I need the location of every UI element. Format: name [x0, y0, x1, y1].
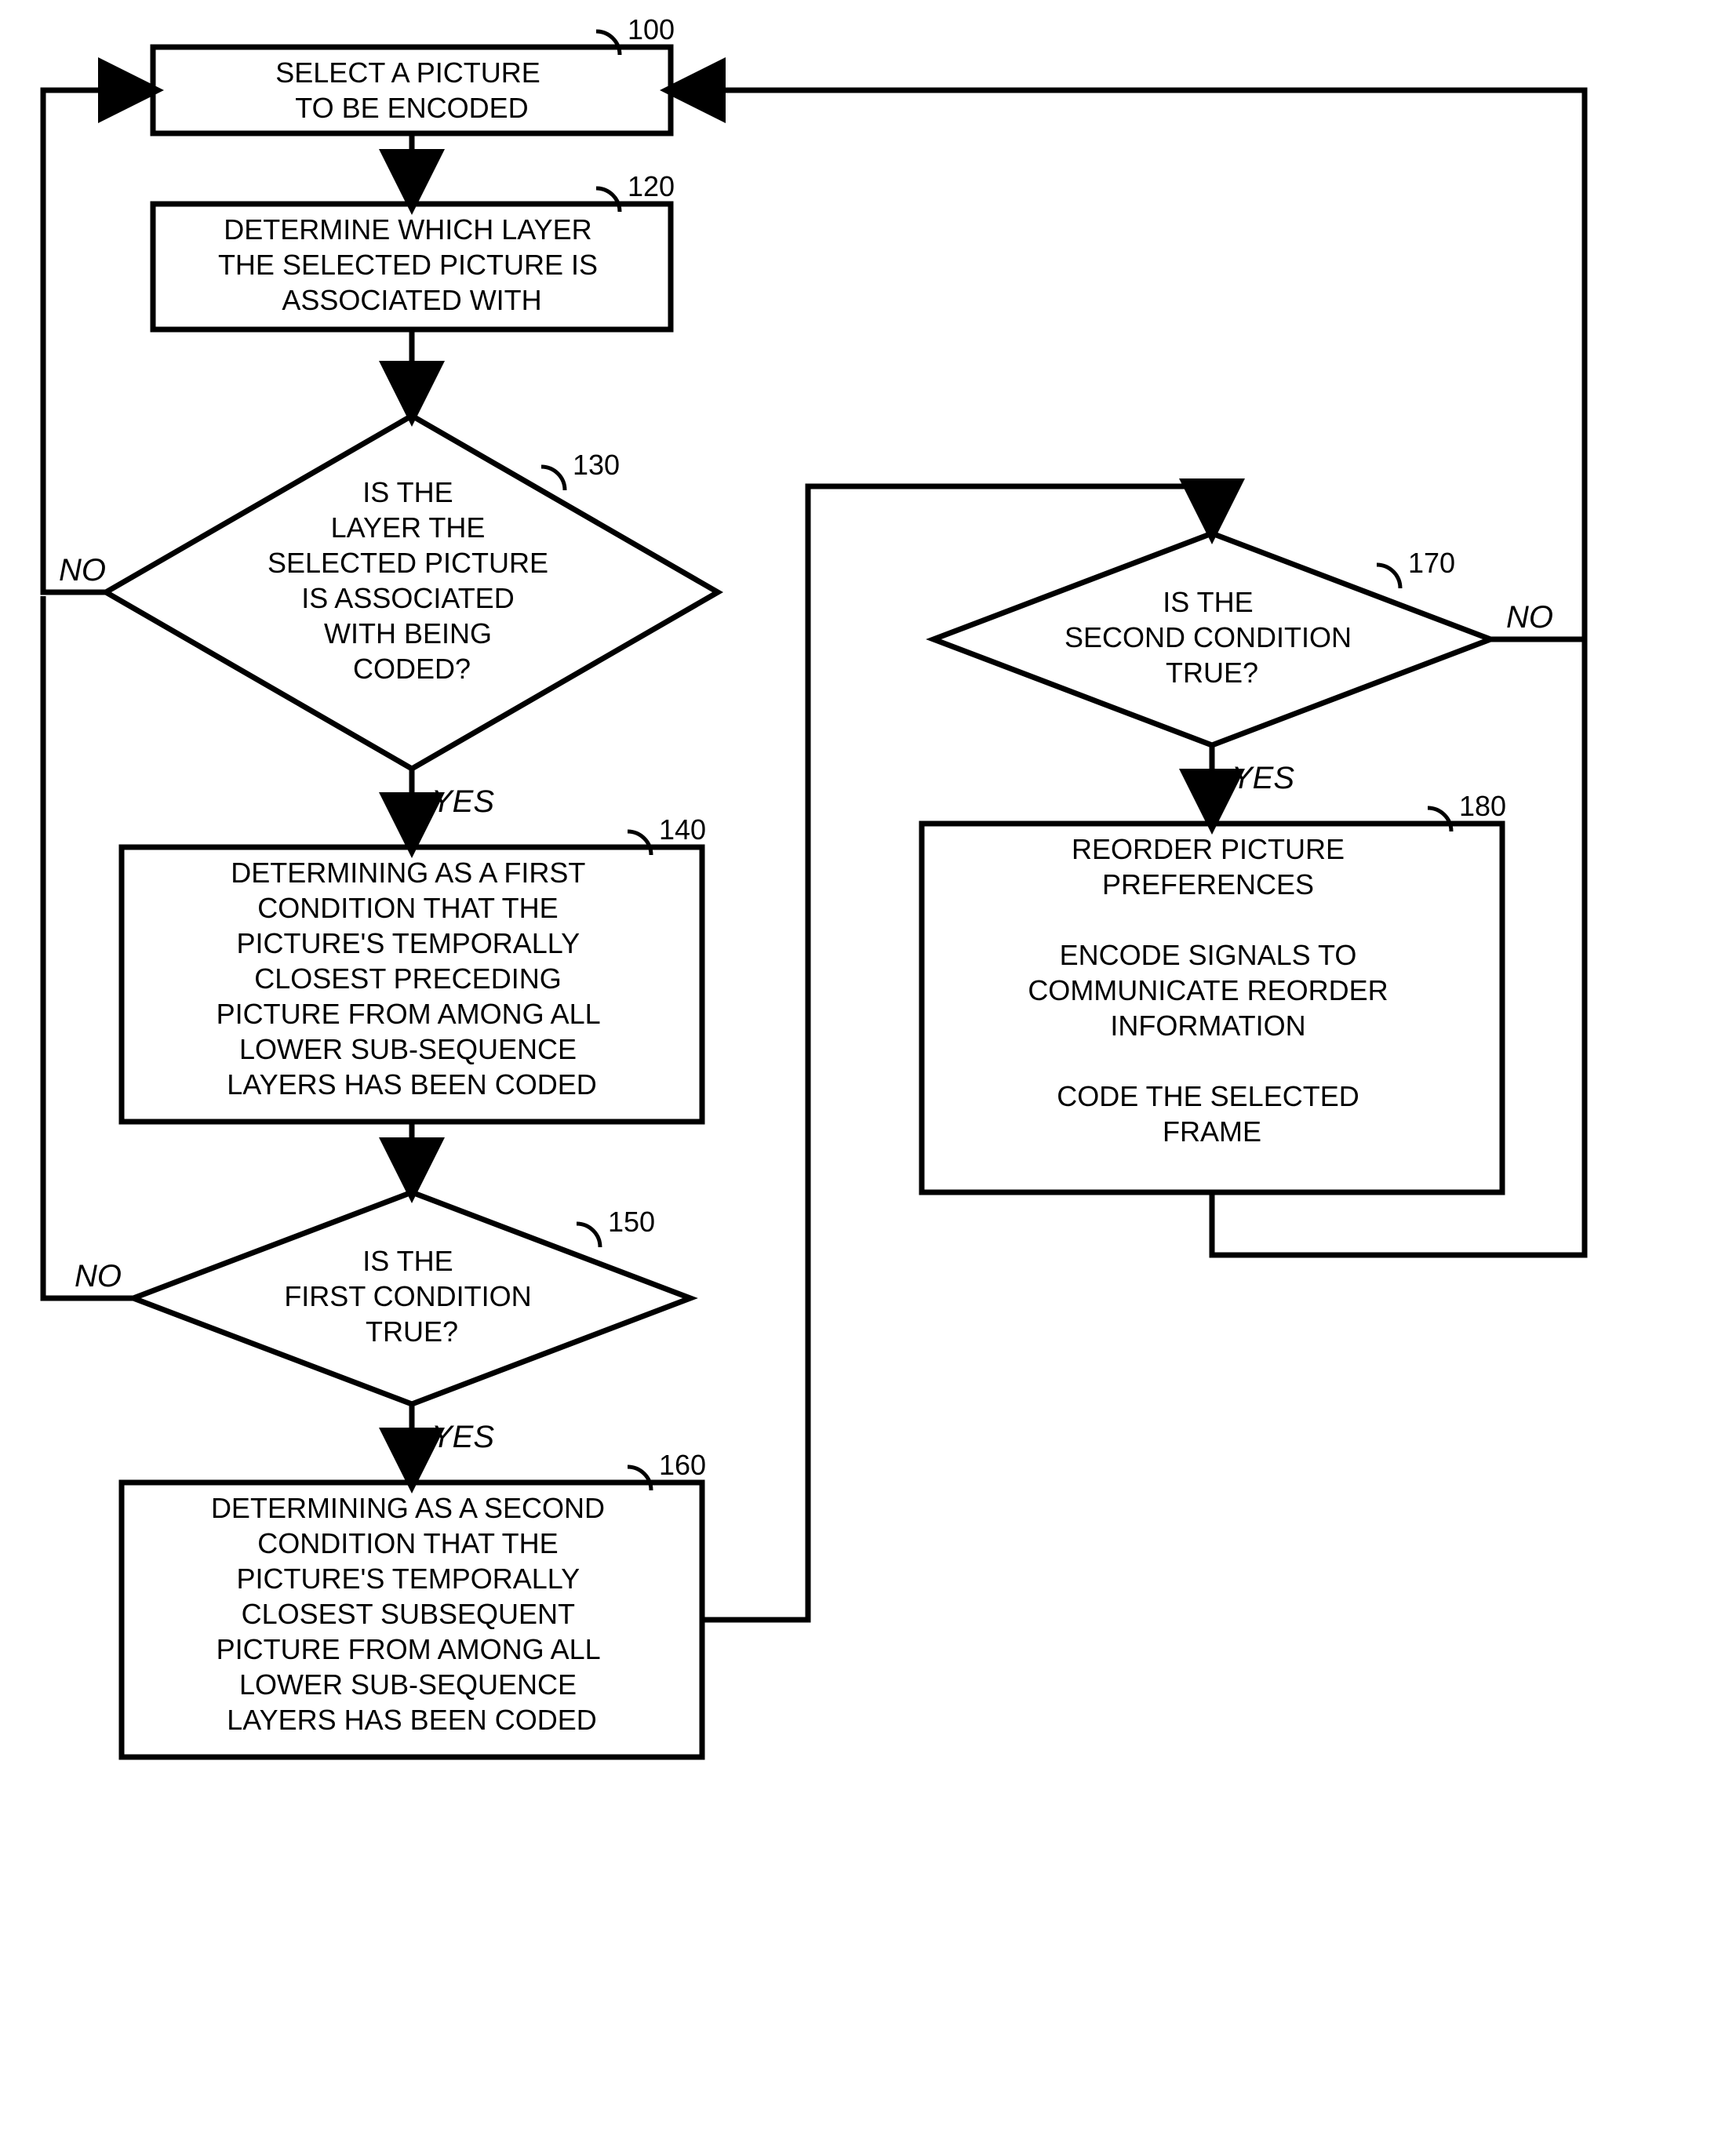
edge-130-no-loop — [43, 90, 153, 592]
node-180: REORDER PICTURE PREFERENCES ENCODE SIGNA… — [922, 790, 1506, 1192]
svg-text:100: 100 — [628, 13, 675, 45]
svg-text:170: 170 — [1408, 547, 1455, 579]
label-150-no: NO — [75, 1259, 122, 1293]
svg-text:130: 130 — [573, 449, 620, 481]
node-160: DETERMINING AS A SECOND CONDITION THAT T… — [122, 1449, 706, 1757]
svg-text:160: 160 — [659, 1449, 706, 1481]
node-130: IS THE LAYER THE SELECTED PICTURE IS ASS… — [106, 416, 718, 769]
label-170-no: NO — [1506, 600, 1553, 635]
label-170-yes: YES — [1232, 761, 1294, 795]
svg-text:120: 120 — [628, 170, 675, 202]
node-140: DETERMINING AS A FIRST CONDITION THAT TH… — [122, 813, 706, 1122]
label-150-yes: YES — [431, 1420, 494, 1454]
edge-170-no-loop — [1490, 94, 1585, 639]
svg-text:140: 140 — [659, 813, 706, 846]
svg-text:150: 150 — [608, 1206, 655, 1238]
label-130-yes: YES — [431, 784, 494, 819]
flowchart: SELECT A PICTURE TO BE ENCODED 100 DETER… — [0, 0, 1736, 2132]
svg-text:DETERMINING AS A SECOND CO: DETERMINING AS A SECOND CONDITION THAT T… — [211, 1492, 613, 1736]
node-170: IS THE SECOND CONDITION TRUE? 170 — [934, 533, 1490, 745]
node-100: SELECT A PICTURE TO BE ENCODED 100 — [153, 13, 675, 133]
label-130-no: NO — [59, 553, 106, 588]
svg-text:180: 180 — [1459, 790, 1506, 822]
svg-text:DETERMINING AS A FIRST CON: DETERMINING AS A FIRST CONDITION THAT TH… — [217, 857, 608, 1101]
node-150: IS THE FIRST CONDITION TRUE? 150 — [133, 1192, 690, 1404]
